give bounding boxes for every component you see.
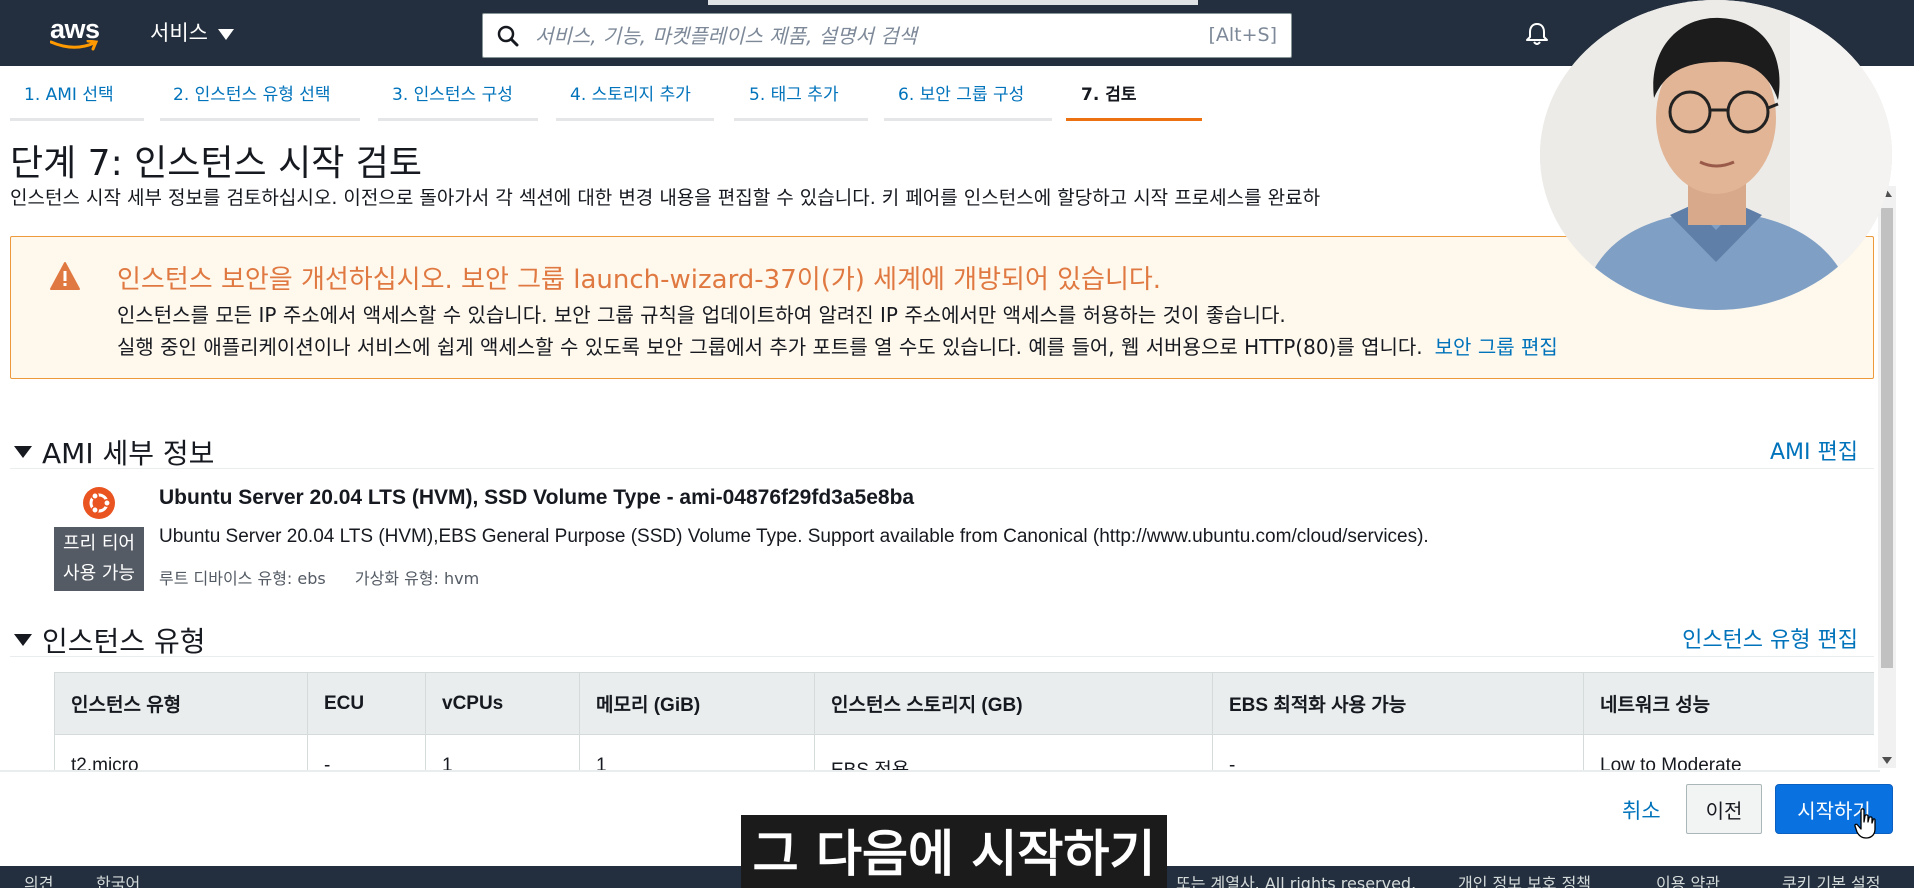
root-device-type: 루트 디바이스 유형: ebs — [159, 569, 326, 588]
warning-text-line: 실행 중인 애플리케이션이나 서비스에 쉽게 액세스할 수 있도록 보안 그룹에… — [117, 331, 1558, 360]
browser-top-strip — [708, 0, 1198, 5]
ami-meta: 루트 디바이스 유형: ebs 가상화 유형: hvm — [159, 565, 503, 589]
presenter-image — [1540, 0, 1892, 310]
page-title: 단계 7: 인스턴스 시작 검토 — [10, 143, 423, 184]
section-heading: 인스턴스 유형 — [42, 625, 206, 658]
tab-underline — [160, 118, 360, 121]
warning-text-line: 인스턴스를 모든 IP 주소에서 액세스할 수 있습니다. 보안 그룹 규칙을 … — [117, 303, 1286, 327]
global-search[interactable]: [Alt+S] — [482, 13, 1292, 58]
virtualization-type: 가상화 유형: hvm — [354, 569, 480, 588]
table-cell: t2.micro — [54, 734, 308, 770]
column-header: 인스턴스 스토리지 (GB) — [814, 672, 1213, 735]
table-cell: Low to Moderate — [1583, 734, 1874, 770]
content-scrollbar[interactable] — [1878, 186, 1896, 768]
search-icon — [497, 25, 519, 47]
table-row: t2.micro - 1 1 EBS 전용 - Low to Moderate — [54, 734, 1874, 770]
section-heading: AMI 세부 정보 — [42, 437, 215, 470]
warning-text: 실행 중인 애플리케이션이나 서비스에 쉽게 액세스할 수 있도록 보안 그룹에… — [117, 335, 1423, 359]
ubuntu-icon — [83, 487, 115, 519]
privacy-policy-link[interactable]: 개인 정보 보호 정책 — [1458, 870, 1591, 888]
caret-down-icon — [217, 28, 234, 40]
feedback-link[interactable]: 의견 — [24, 870, 53, 888]
tab-underline-active — [1066, 118, 1202, 121]
tab-underline — [378, 118, 538, 121]
services-menu[interactable]: 서비스 — [150, 20, 234, 46]
tab-instance-type[interactable]: 2. 인스턴스 유형 선택 — [173, 84, 331, 106]
copyright-text: 또는 계열사. All rights reserved. — [1176, 874, 1417, 888]
edit-ami-link[interactable]: AMI 편집 — [1770, 434, 1858, 466]
instance-type-table: 인스턴스 유형 ECU vCPUs 메모리 (GiB) 인스턴스 스토리지 (G… — [54, 672, 1874, 770]
instance-type-toggle[interactable]: 인스턴스 유형 — [14, 620, 205, 660]
ec2-launch-review-page: aws 서비스 [Alt+S] 1. AMI 선택 2. 인스턴스 유형 — [0, 0, 1914, 888]
caret-down-icon — [14, 446, 32, 458]
free-tier-badge: 프리 티어 사용 가능 — [54, 527, 144, 591]
scrollbar-thumb[interactable] — [1881, 208, 1893, 668]
column-header: EBS 최적화 사용 가능 — [1212, 672, 1584, 735]
table-cell: - — [1212, 734, 1584, 770]
bell-icon[interactable] — [1524, 21, 1550, 47]
edit-instance-type-link[interactable]: 인스턴스 유형 편집 — [1682, 622, 1858, 654]
video-subtitle: 그 다음에 시작하기 — [741, 815, 1167, 888]
services-label: 서비스 — [150, 21, 208, 45]
instance-type-table-wrap: 인스턴스 유형 ECU vCPUs 메모리 (GiB) 인스턴스 스토리지 (G… — [54, 672, 1874, 770]
cookie-preferences-link[interactable]: 쿠키 기본 설정 — [1782, 870, 1881, 888]
hand-cursor-icon — [1854, 808, 1876, 839]
table-cell: 1 — [425, 734, 580, 770]
warning-icon — [50, 262, 80, 290]
language-selector[interactable]: 한국어 — [96, 870, 140, 888]
search-shortcut-hint: [Alt+S] — [1208, 24, 1277, 46]
tab-underline — [734, 118, 868, 121]
warning-title: 인스턴스 보안을 개선하십시오. 보안 그룹 launch-wizard-37이… — [117, 265, 1162, 295]
table-cell: - — [307, 734, 426, 770]
column-header: vCPUs — [425, 672, 580, 735]
caret-down-icon — [14, 634, 32, 646]
tab-review[interactable]: 7. 검토 — [1081, 84, 1137, 106]
badge-line: 사용 가능 — [63, 563, 135, 584]
column-header: 메모리 (GiB) — [579, 672, 815, 735]
ami-title: Ubuntu Server 20.04 LTS (HVM), SSD Volum… — [159, 486, 915, 509]
tab-add-tags[interactable]: 5. 태그 추가 — [749, 84, 839, 106]
column-header: ECU — [307, 672, 426, 735]
aws-logo[interactable]: aws — [48, 14, 104, 52]
tab-instance-config[interactable]: 3. 인스턴스 구성 — [392, 84, 513, 106]
content-bottom-edge — [0, 770, 1880, 772]
ami-description: Ubuntu Server 20.04 LTS (HVM),EBS Genera… — [159, 526, 1429, 547]
scroll-down-icon[interactable] — [1882, 757, 1892, 764]
cancel-button[interactable]: 취소 — [1622, 795, 1661, 825]
terms-link[interactable]: 이용 약관 — [1656, 870, 1720, 888]
previous-button[interactable]: 이전 — [1686, 784, 1762, 834]
table-header-row: 인스턴스 유형 ECU vCPUs 메모리 (GiB) 인스턴스 스토리지 (G… — [54, 672, 1874, 735]
divider — [10, 656, 1874, 657]
presenter-webcam — [1540, 0, 1892, 310]
ami-details-toggle[interactable]: AMI 세부 정보 — [14, 432, 214, 472]
tab-underline — [884, 118, 1052, 121]
aws-smile-icon — [50, 40, 99, 51]
badge-line: 프리 티어 — [63, 533, 135, 554]
tab-security-group[interactable]: 6. 보안 그룹 구성 — [898, 84, 1024, 106]
divider — [10, 468, 1874, 469]
search-input[interactable] — [535, 20, 1135, 52]
table-cell: EBS 전용 — [814, 734, 1213, 770]
table-cell: 1 — [579, 734, 815, 770]
column-header: 인스턴스 유형 — [54, 672, 308, 735]
tab-add-storage[interactable]: 4. 스토리지 추가 — [570, 84, 691, 106]
edit-security-group-link[interactable]: 보안 그룹 편집 — [1435, 335, 1558, 359]
column-header: 네트워크 성능 — [1583, 672, 1874, 735]
page-description: 인스턴스 시작 세부 정보를 검토하십시오. 이전으로 돌아가서 각 섹션에 대… — [10, 187, 1321, 209]
tab-ami-select[interactable]: 1. AMI 선택 — [24, 84, 114, 106]
tab-underline — [10, 118, 144, 121]
tab-underline — [556, 118, 714, 121]
